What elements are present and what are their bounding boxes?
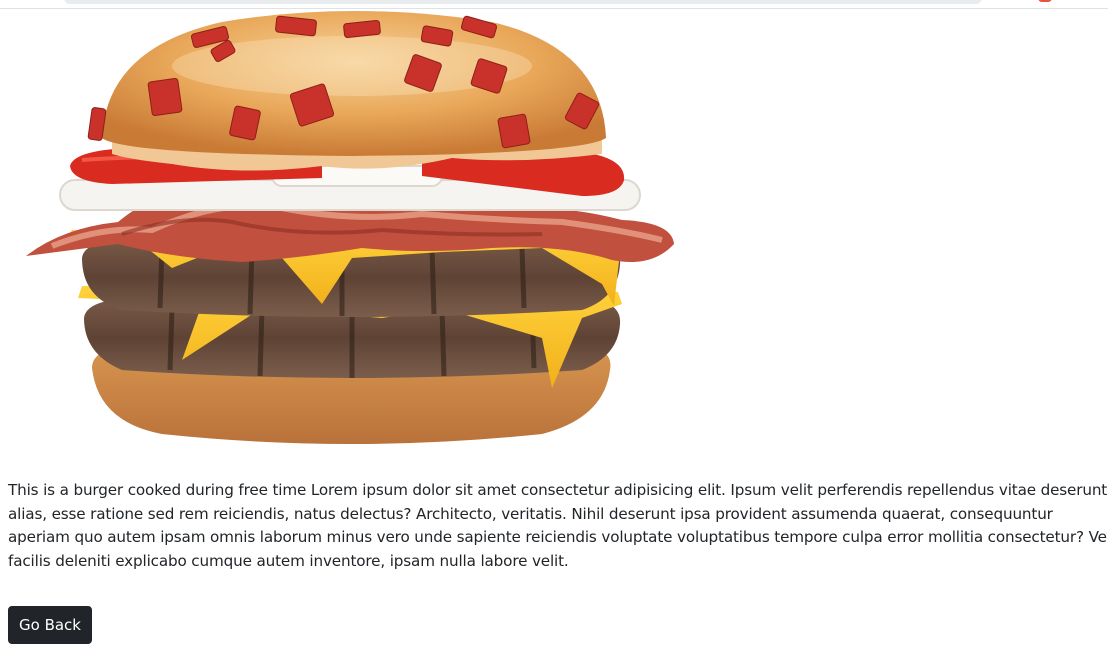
cart-icon[interactable] xyxy=(1038,0,1052,2)
product-description: This is a burger cooked during free time… xyxy=(8,481,1108,570)
burger-illustration xyxy=(26,11,674,444)
search-bar[interactable] xyxy=(64,0,982,4)
product-image xyxy=(22,8,678,448)
go-back-button[interactable]: Go Back xyxy=(8,606,92,644)
